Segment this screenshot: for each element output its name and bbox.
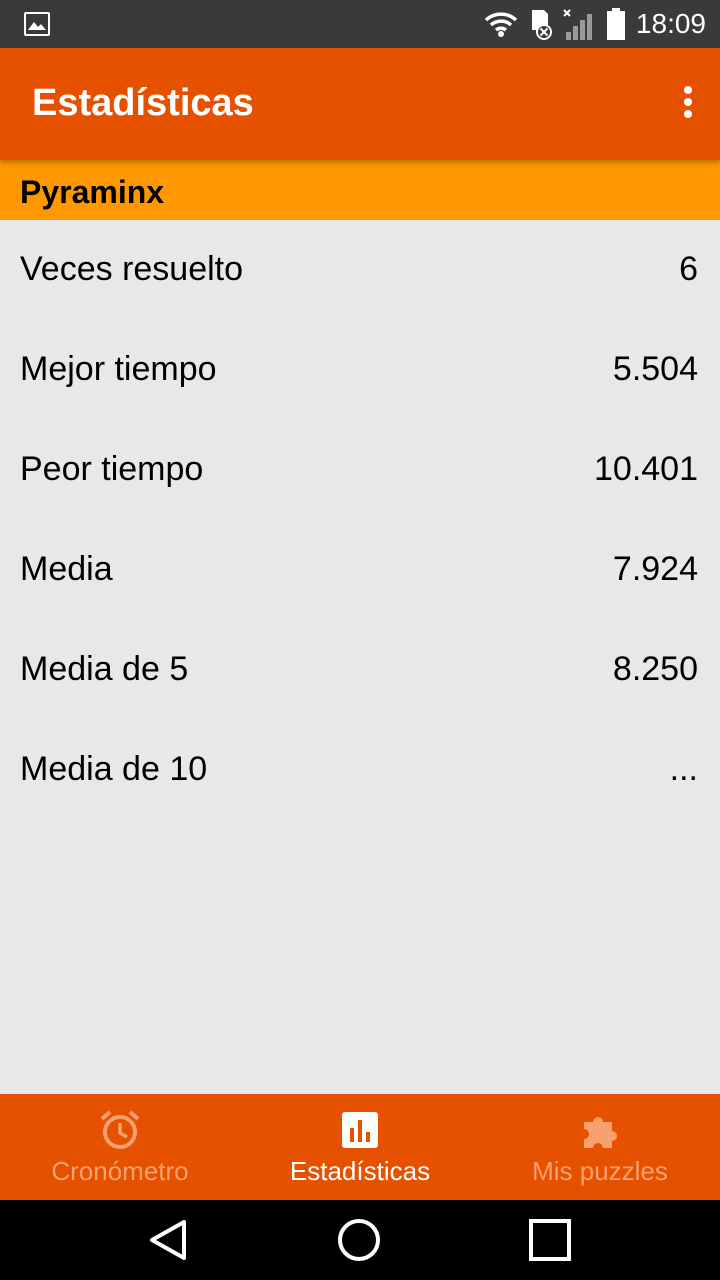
page-title: Estadísticas	[32, 82, 254, 124]
nav-item-timer[interactable]: Cronómetro	[0, 1094, 240, 1200]
stat-row-avg5: Media de 5 8.250	[0, 620, 720, 720]
back-icon[interactable]	[146, 1216, 194, 1264]
stat-row-avg10: Media de 10 ...	[0, 720, 720, 820]
status-bar: 18:09	[0, 0, 720, 48]
stat-label: Mejor tiempo	[20, 350, 217, 388]
image-icon	[24, 12, 50, 36]
bottom-navigation: Cronómetro Estadísticas Mis puzzles	[0, 1094, 720, 1200]
recents-icon[interactable]	[526, 1216, 574, 1264]
nav-label: Cronómetro	[51, 1156, 189, 1186]
stat-row-best: Mejor tiempo 5.504	[0, 320, 720, 420]
stat-label: Veces resuelto	[20, 250, 244, 288]
clock: 18:09	[635, 8, 706, 39]
nav-label: Mis puzzles	[532, 1156, 668, 1186]
battery-icon	[606, 8, 625, 40]
stat-row-mean: Media 7.924	[0, 520, 720, 620]
wifi-icon	[484, 12, 518, 37]
more-vert-icon[interactable]	[678, 86, 698, 122]
signal-icon	[563, 9, 592, 40]
stat-value: 6	[679, 250, 698, 288]
stat-value: 10.401	[594, 450, 698, 488]
stat-row-worst: Peor tiempo 10.401	[0, 420, 720, 520]
stat-label: Media	[20, 550, 113, 588]
app-bar: Estadísticas	[0, 48, 720, 160]
stat-value: 5.504	[612, 350, 698, 388]
puzzle-section-header: Pyraminx	[0, 160, 720, 220]
puzzle-name: Pyraminx	[20, 174, 165, 210]
nav-label: Estadísticas	[289, 1156, 431, 1186]
stat-label: Media de 5	[20, 650, 189, 688]
home-icon[interactable]	[335, 1216, 383, 1264]
system-navigation-bar	[0, 1200, 720, 1280]
stat-row-solved: Veces resuelto 6	[0, 220, 720, 320]
alarm-clock-icon	[100, 1110, 140, 1149]
stat-value: ...	[669, 750, 698, 788]
bar-chart-icon	[342, 1112, 378, 1148]
stat-value: 8.250	[612, 650, 698, 688]
nav-item-stats[interactable]: Estadísticas	[240, 1094, 480, 1200]
stats-list: Veces resuelto 6 Mejor tiempo 5.504 Peor…	[0, 220, 720, 820]
stat-label: Peor tiempo	[20, 450, 204, 488]
puzzle-icon	[584, 1117, 617, 1148]
stat-value: 7.924	[612, 550, 698, 588]
stat-label: Media de 10	[20, 750, 208, 788]
nav-item-puzzles[interactable]: Mis puzzles	[480, 1094, 720, 1200]
sd-card-icon	[531, 10, 552, 40]
